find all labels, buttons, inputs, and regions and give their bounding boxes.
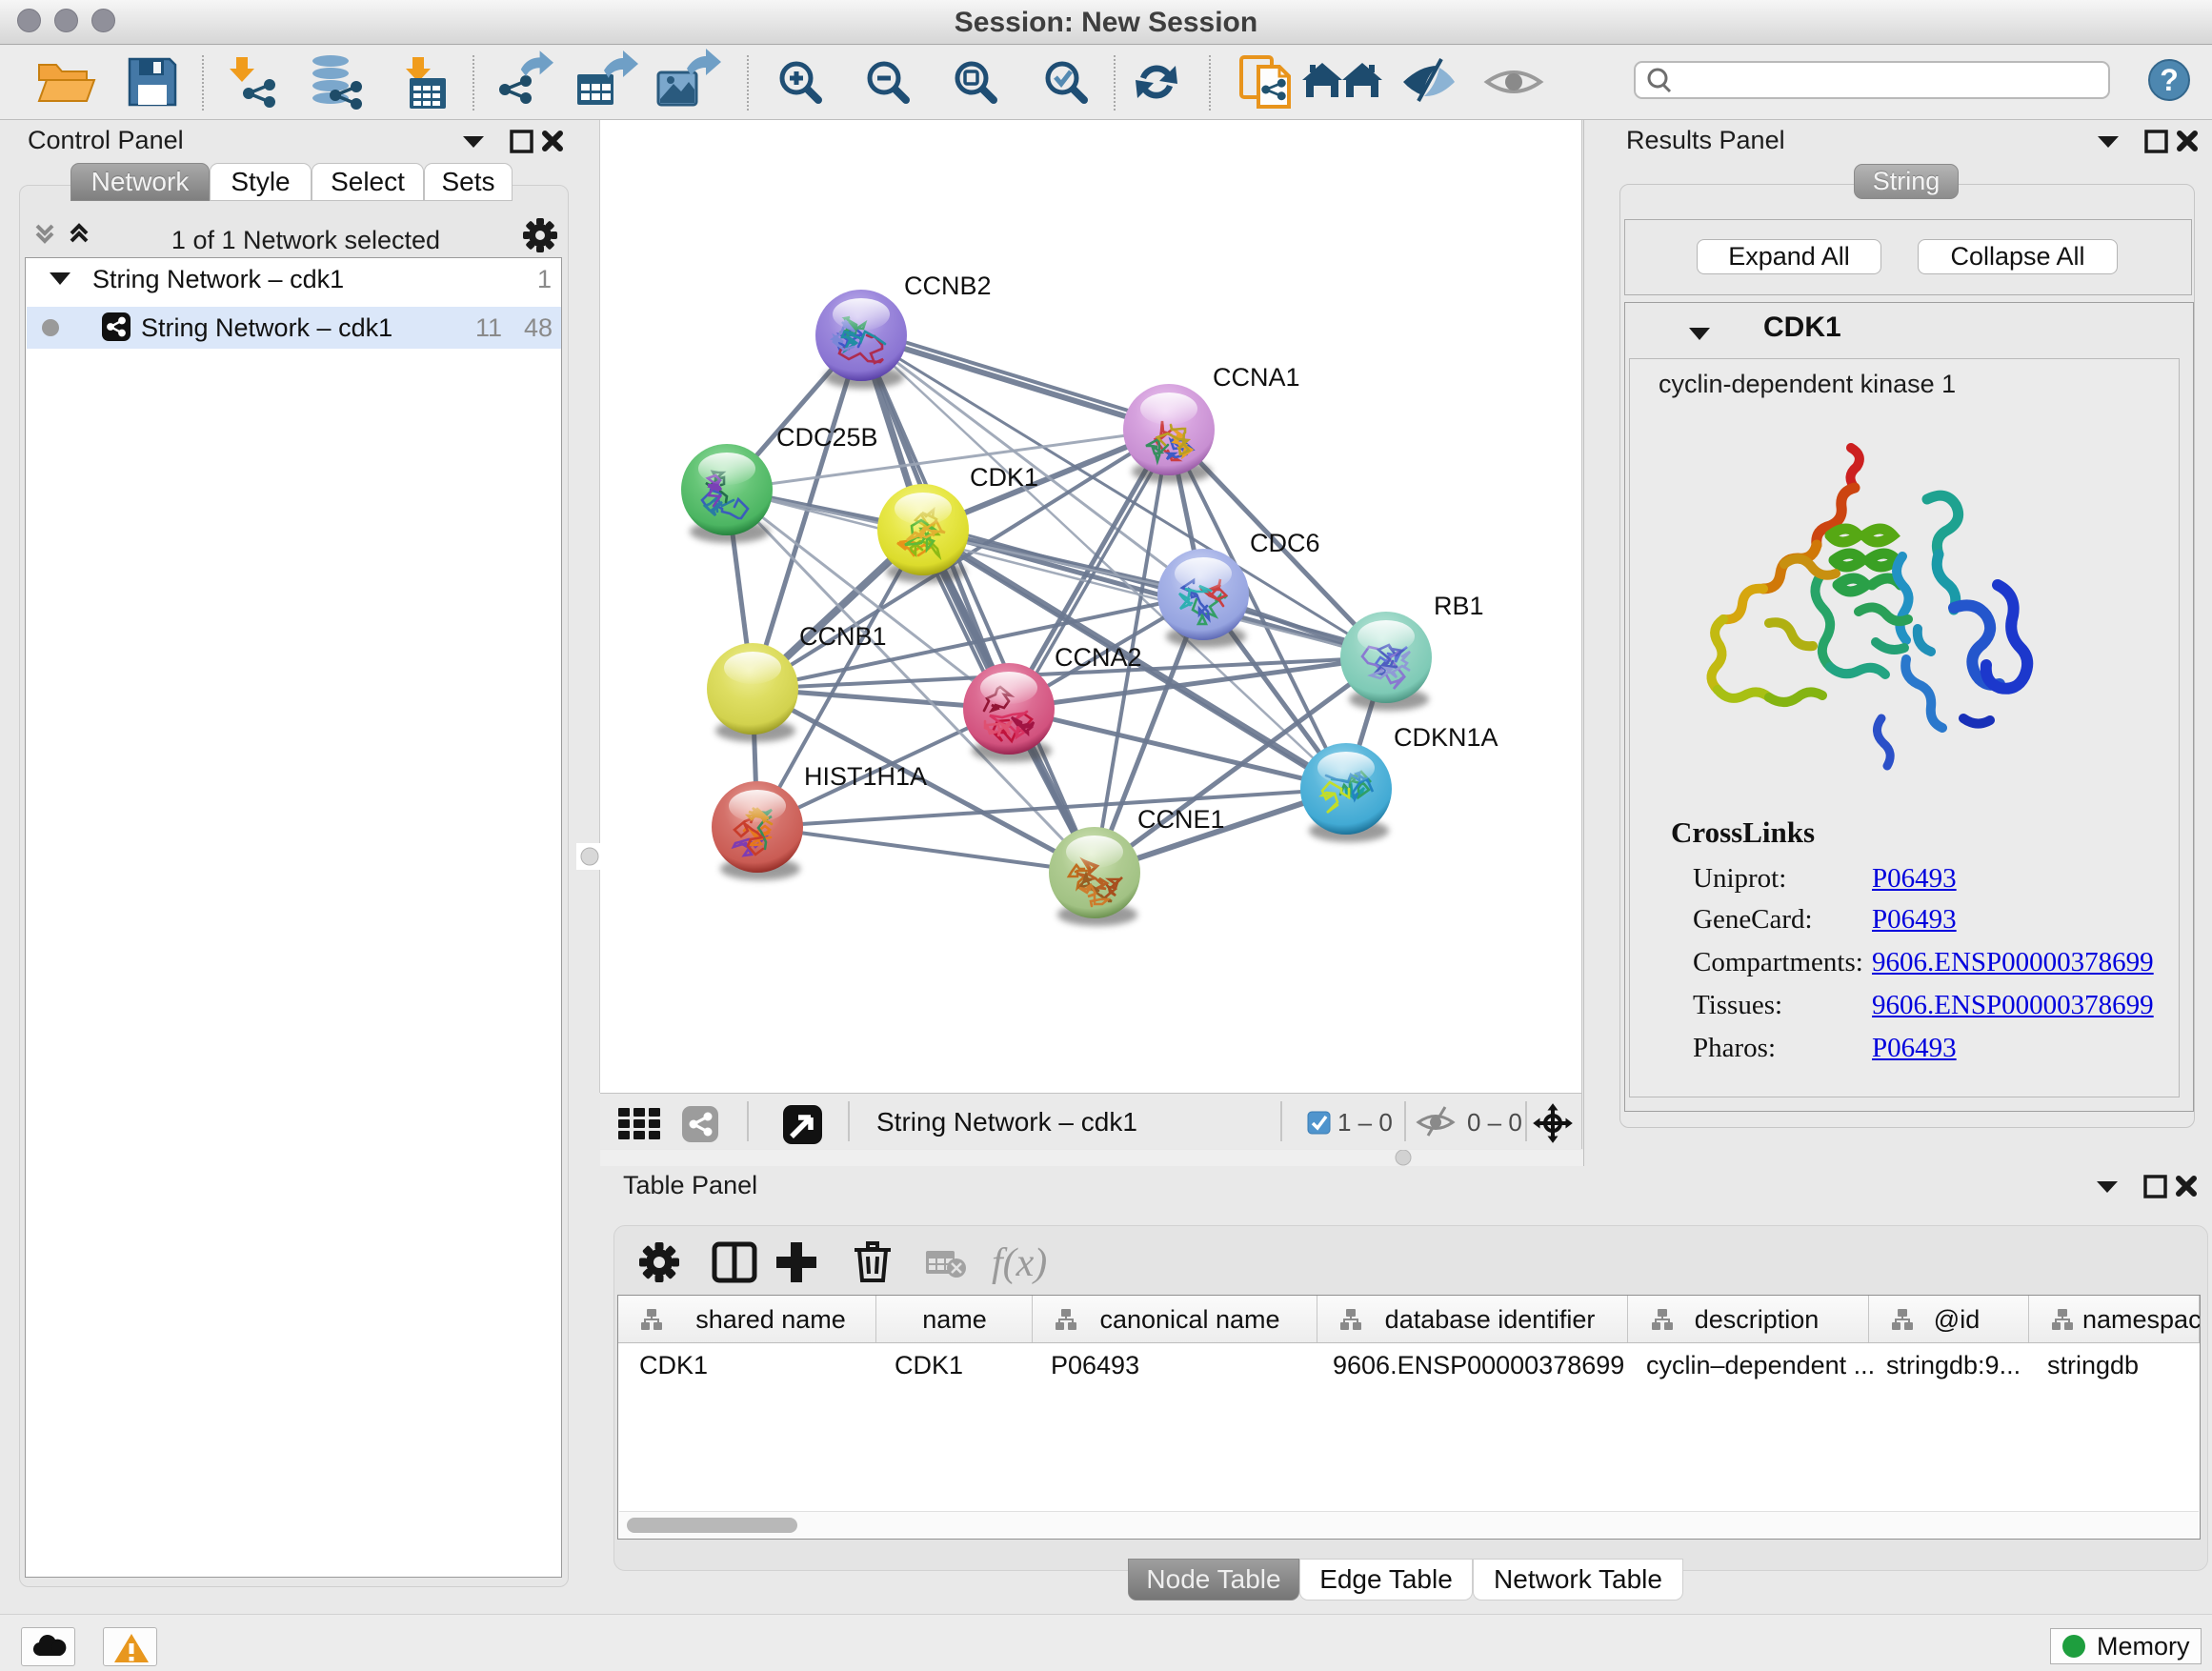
- svg-text:canonical name: canonical name: [1099, 1305, 1279, 1334]
- svg-text:CDK1: CDK1: [970, 463, 1038, 492]
- svg-text:stringdb: stringdb: [2047, 1351, 2139, 1379]
- svg-text:CDKN1A: CDKN1A: [1394, 723, 1498, 752]
- svg-text:CDK1: CDK1: [639, 1351, 708, 1379]
- svg-text:stringdb:9...: stringdb:9...: [1886, 1351, 2021, 1379]
- svg-text:CCNA2: CCNA2: [1055, 643, 1142, 672]
- svg-text:@id: @id: [1934, 1305, 1980, 1334]
- svg-text:name: name: [922, 1305, 987, 1334]
- svg-text:f(x): f(x): [992, 1241, 1047, 1285]
- svg-text:shared name: shared name: [695, 1305, 846, 1334]
- svg-text:CDK1: CDK1: [895, 1351, 963, 1379]
- svg-text:description: description: [1695, 1305, 1820, 1334]
- svg-text:CCNE1: CCNE1: [1137, 805, 1225, 834]
- svg-text:?: ?: [2160, 63, 2179, 97]
- svg-text:String Network – cdk1: String Network – cdk1: [876, 1107, 1137, 1137]
- svg-text:CCNB2: CCNB2: [904, 272, 992, 300]
- svg-text:CDC6: CDC6: [1250, 529, 1320, 557]
- svg-text:RB1: RB1: [1434, 592, 1484, 620]
- svg-text:0 – 0: 0 – 0: [1467, 1108, 1522, 1137]
- svg-text:HIST1H1A: HIST1H1A: [804, 762, 927, 791]
- svg-text:1 – 0: 1 – 0: [1337, 1108, 1393, 1137]
- svg-text:namespac: namespac: [2082, 1305, 2200, 1334]
- svg-text:CCNB1: CCNB1: [799, 622, 887, 651]
- svg-text:database identifier: database identifier: [1385, 1305, 1596, 1334]
- svg-text:9606.ENSP00000378699: 9606.ENSP00000378699: [1333, 1351, 1624, 1379]
- svg-text:CCNA1: CCNA1: [1213, 363, 1300, 392]
- svg-text:CDC25B: CDC25B: [776, 423, 878, 452]
- svg-text:P06493: P06493: [1051, 1351, 1139, 1379]
- svg-text:cyclin–dependent ...: cyclin–dependent ...: [1646, 1351, 1875, 1379]
